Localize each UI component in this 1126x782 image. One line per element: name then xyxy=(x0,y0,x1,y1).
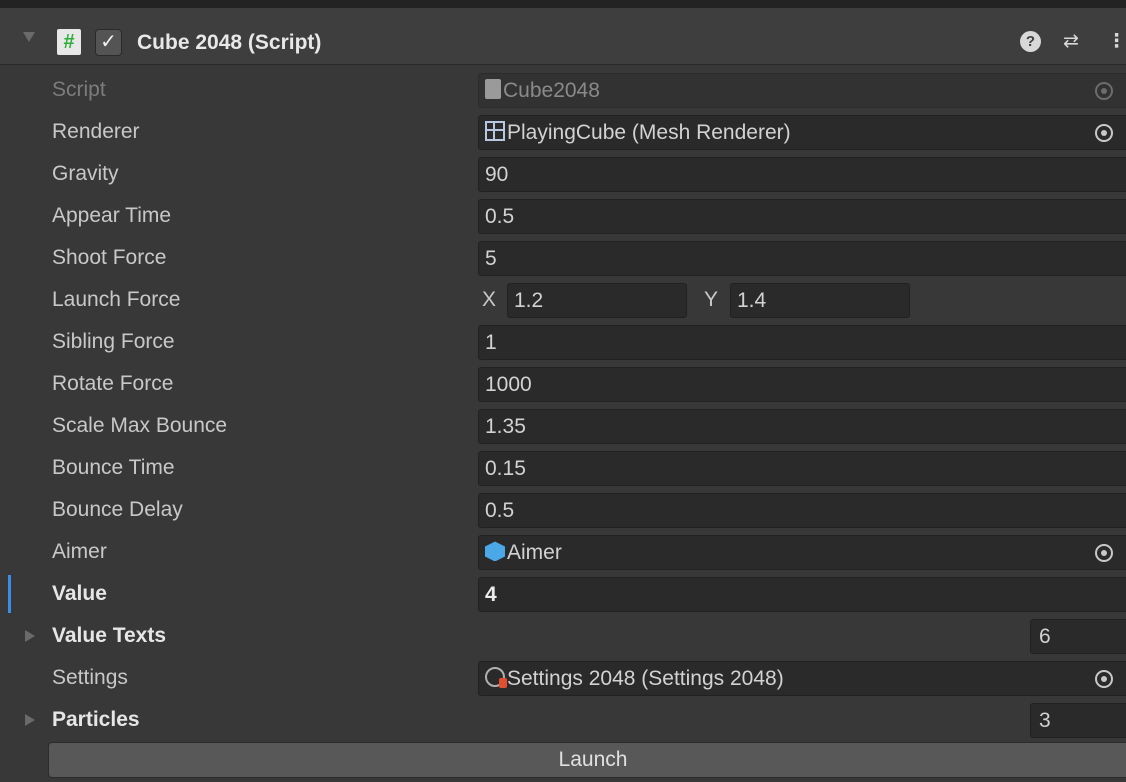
shoot-force-input[interactable]: 5 xyxy=(478,241,1126,276)
field-label-bounce-time: Bounce Time xyxy=(52,456,175,479)
rotate-force-input[interactable]: 1000 xyxy=(478,367,1126,402)
field-row-value-texts[interactable]: Value Texts 6 xyxy=(0,615,1126,657)
field-label-script: Script xyxy=(52,78,106,101)
field-label-settings: Settings xyxy=(52,666,128,689)
vector-y-label[interactable]: Y xyxy=(704,279,718,321)
presets-icon[interactable]: ⇄ xyxy=(1063,31,1079,53)
scale-max-bounce-input[interactable]: 1.35 xyxy=(478,409,1126,444)
help-icon[interactable]: ? xyxy=(1020,31,1041,52)
field-row-shoot-force: Shoot Force 5 xyxy=(0,237,1126,279)
field-row-rotate-force: Rotate Force 1000 xyxy=(0,363,1126,405)
field-label-sibling-force: Sibling Force xyxy=(52,330,175,353)
field-row-bounce-time: Bounce Time 0.15 xyxy=(0,447,1126,489)
field-label-appear-time: Appear Time xyxy=(52,204,172,227)
gravity-input[interactable]: 90 xyxy=(478,157,1126,192)
context-menu-icon[interactable]: ⋮ xyxy=(1107,31,1126,53)
scriptable-object-icon xyxy=(485,667,507,689)
field-label-gravity: Gravity xyxy=(52,162,119,185)
launch-force-y-input[interactable]: 1.4 xyxy=(730,283,910,318)
component-header[interactable]: # ✓ Cube 2048 (Script) ? ⇄ ⋮ xyxy=(0,8,1126,65)
field-row-launch-force: Launch Force X 1.2 Y 1.4 xyxy=(0,279,1126,321)
field-label-rotate-force: Rotate Force xyxy=(52,372,174,395)
particles-size-input[interactable]: 3 xyxy=(1030,703,1126,738)
foldout-collapsed-icon[interactable] xyxy=(25,630,35,642)
gameobject-cube-icon xyxy=(485,541,505,562)
aimer-object-field[interactable]: Aimer xyxy=(478,535,1126,570)
field-label-value-texts[interactable]: Value Texts xyxy=(52,615,166,657)
field-row-aimer: Aimer Aimer xyxy=(0,531,1126,573)
field-row-scale-max-bounce: Scale Max Bounce 1.35 xyxy=(0,405,1126,447)
field-row-value: Value 4 xyxy=(0,573,1126,615)
component-title: Cube 2048 (Script) xyxy=(137,31,322,54)
field-row-settings: Settings Settings 2048 (Settings 2048) xyxy=(0,657,1126,699)
field-row-script: Script Cube2048 xyxy=(0,69,1126,111)
field-row-sibling-force: Sibling Force 1 xyxy=(0,321,1126,363)
field-row-gravity: Gravity 90 xyxy=(0,153,1126,195)
field-label-launch-force: Launch Force xyxy=(52,288,181,311)
field-row-renderer: Renderer PlayingCube (Mesh Renderer) xyxy=(0,111,1126,153)
foldout-collapsed-icon[interactable] xyxy=(25,714,35,726)
bounce-delay-input[interactable]: 0.5 xyxy=(478,493,1126,528)
top-separator xyxy=(0,0,1126,8)
field-label-particles[interactable]: Particles xyxy=(52,699,140,741)
settings-object-field[interactable]: Settings 2048 (Settings 2048) xyxy=(478,661,1126,696)
value-texts-size-input[interactable]: 6 xyxy=(1030,619,1126,654)
mesh-renderer-icon xyxy=(485,121,505,142)
field-row-particles[interactable]: Particles 3 xyxy=(0,699,1126,741)
csharp-script-icon: # xyxy=(57,29,81,55)
field-row-bounce-delay: Bounce Delay 0.5 xyxy=(0,489,1126,531)
field-label-value: Value xyxy=(52,582,107,605)
field-label-scale-max-bounce: Scale Max Bounce xyxy=(52,414,228,437)
foldout-expanded-icon[interactable] xyxy=(23,32,35,42)
bounce-time-input[interactable]: 0.15 xyxy=(478,451,1126,486)
component-enabled-checkbox[interactable]: ✓ xyxy=(95,29,122,56)
object-picker-icon[interactable] xyxy=(1095,670,1113,688)
vector-x-label[interactable]: X xyxy=(482,279,496,321)
object-picker-icon[interactable] xyxy=(1095,124,1113,142)
appear-time-input[interactable]: 0.5 xyxy=(478,199,1126,234)
renderer-object-field[interactable]: PlayingCube (Mesh Renderer) xyxy=(478,115,1126,150)
launch-force-x-input[interactable]: 1.2 xyxy=(507,283,687,318)
object-picker-icon[interactable] xyxy=(1095,544,1113,562)
object-picker-icon xyxy=(1095,82,1113,100)
field-row-appear-time: Appear Time 0.5 xyxy=(0,195,1126,237)
modified-indicator xyxy=(8,575,11,613)
script-asset-icon xyxy=(485,79,501,100)
sibling-force-input[interactable]: 1 xyxy=(478,325,1126,360)
script-object-field: Cube2048 xyxy=(478,73,1126,108)
field-label-aimer: Aimer xyxy=(52,540,107,563)
field-label-bounce-delay: Bounce Delay xyxy=(52,498,183,521)
value-input[interactable]: 4 xyxy=(478,577,1126,612)
launch-button[interactable]: Launch xyxy=(48,742,1126,778)
field-label-renderer: Renderer xyxy=(52,120,140,143)
field-label-shoot-force: Shoot Force xyxy=(52,246,167,269)
inspector-panel: # ✓ Cube 2048 (Script) ? ⇄ ⋮ Script Cube… xyxy=(0,0,1126,782)
